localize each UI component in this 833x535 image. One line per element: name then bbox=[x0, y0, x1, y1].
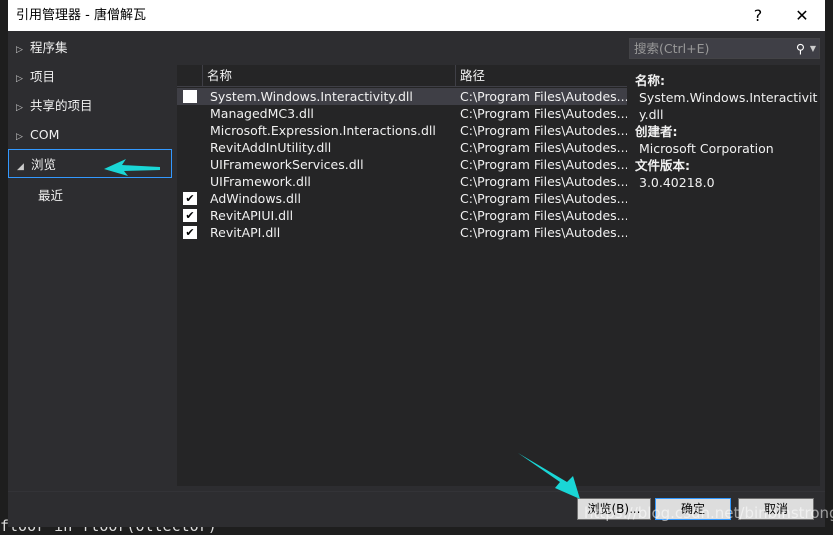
row-name: ManagedMC3.dll bbox=[210, 106, 314, 121]
row-name: RevitAddInUtility.dll bbox=[210, 140, 332, 155]
row-name: RevitAPIUI.dll bbox=[210, 208, 294, 223]
row-path: C:\Program Files\Autodes... bbox=[460, 123, 629, 138]
row-name: UIFramework.dll bbox=[210, 174, 311, 189]
close-button[interactable]: ✕ bbox=[782, 0, 822, 31]
table-row[interactable]: ✔ RevitAPI.dll C:\Program Files\Autodes... bbox=[177, 224, 629, 241]
tree-item-label: 共享的项目 bbox=[30, 98, 93, 113]
tree-item-label: 项目 bbox=[30, 69, 56, 84]
tree-item[interactable]: ▷ 程序集 bbox=[8, 33, 172, 62]
detail-creator-label: 创建者: bbox=[635, 124, 678, 139]
row-name: System.Windows.Interactivity.dll bbox=[210, 89, 413, 104]
expand-triangle-icon[interactable]: ▷ bbox=[16, 65, 30, 94]
table-row[interactable]: Microsoft.Expression.Interactions.dll C:\… bbox=[177, 122, 629, 139]
row-name: Microsoft.Expression.Interactions.dll bbox=[210, 123, 436, 138]
search-input[interactable]: 搜索(Ctrl+E) ⚲ ▼ bbox=[629, 38, 820, 59]
tree-item-label: 程序集 bbox=[30, 40, 68, 55]
row-path: C:\Program Files\Autodes... bbox=[460, 191, 629, 206]
tree-item-label: COM bbox=[30, 127, 60, 142]
table-row[interactable]: System.Windows.Interactivity.dll C:\Progr… bbox=[177, 88, 629, 105]
list-header: 名称 路径 bbox=[177, 65, 627, 87]
row-path: C:\Program Files\Autodes... bbox=[460, 157, 629, 172]
row-path: C:\Program Files\Autodes... bbox=[460, 208, 629, 223]
search-placeholder: 搜索(Ctrl+E) bbox=[634, 41, 710, 56]
annotation-arrow-down bbox=[518, 453, 580, 499]
row-checkbox[interactable]: ✔ bbox=[183, 192, 197, 205]
detail-name-label: 名称: bbox=[635, 73, 665, 88]
table-row[interactable]: UIFramework.dll C:\Program Files\Autodes.… bbox=[177, 173, 629, 190]
details-panel: 名称: System.Windows.Interactivity.dll 创建者… bbox=[627, 65, 820, 486]
reference-list: 名称 路径 System.Windows.Interactivity.dll C:… bbox=[177, 65, 629, 486]
collapse-triangle-icon[interactable]: ◢ bbox=[17, 153, 31, 182]
row-checkbox[interactable]: ✔ bbox=[183, 209, 197, 222]
tree-item[interactable]: ▷ COM bbox=[8, 120, 172, 149]
tree-item-label: 最近 bbox=[38, 188, 64, 203]
detail-version-value: 3.0.40218.0 bbox=[639, 175, 715, 190]
row-checkbox[interactable] bbox=[183, 90, 197, 103]
tree-item[interactable]: ▷ 共享的项目 bbox=[8, 91, 172, 120]
row-name: AdWindows.dll bbox=[210, 191, 301, 206]
chevron-down-icon[interactable]: ▼ bbox=[810, 39, 816, 58]
row-path: C:\Program Files\Autodes... bbox=[460, 225, 629, 240]
table-row[interactable]: ManagedMC3.dll C:\Program Files\Autodes..… bbox=[177, 105, 629, 122]
table-row[interactable]: ✔ RevitAPIUI.dll C:\Program Files\Autodes.… bbox=[177, 207, 629, 224]
help-button[interactable]: ? bbox=[738, 0, 778, 31]
row-name: UIFrameworkServices.dll bbox=[210, 157, 364, 172]
title-bar: 引用管理器 - 唐僧解瓦 bbox=[8, 0, 825, 31]
tree-item[interactable]: ▷ 项目 bbox=[8, 62, 172, 91]
watermark: https://blog.csdn.net/binbinstrong bbox=[584, 504, 833, 522]
column-header-path[interactable]: 路径 bbox=[455, 65, 627, 87]
reference-manager-dialog: 引用管理器 - 唐僧解瓦 ? ✕ ▷ 程序集 ▷ 项目 ▷ 共享的项目 ▷ COM ◢ 浏览 最近 … bbox=[8, 0, 825, 527]
detail-name-value: System.Windows.Interactivity.dll bbox=[639, 90, 818, 122]
table-row[interactable]: UIFrameworkServices.dll C:\Program Files\… bbox=[177, 156, 629, 173]
row-path: C:\Program Files\Autodes... bbox=[460, 140, 629, 155]
expand-triangle-icon[interactable]: ▷ bbox=[16, 36, 30, 65]
window-title: 引用管理器 - 唐僧解瓦 bbox=[16, 8, 146, 23]
detail-version-label: 文件版本: bbox=[635, 158, 690, 173]
expand-triangle-icon[interactable]: ▷ bbox=[16, 94, 30, 123]
search-icon[interactable]: ⚲ bbox=[796, 39, 805, 58]
detail-creator-value: Microsoft Corporation bbox=[639, 141, 774, 156]
row-checkbox[interactable]: ✔ bbox=[183, 226, 197, 239]
row-path: C:\Program Files\Autodes... bbox=[460, 106, 629, 121]
tree-item-label: 浏览 bbox=[31, 157, 57, 172]
expand-triangle-icon[interactable]: ▷ bbox=[16, 123, 30, 152]
table-row[interactable]: RevitAddInUtility.dll C:\Program Files\Au… bbox=[177, 139, 629, 156]
row-path: C:\Program Files\Autodes... bbox=[460, 174, 629, 189]
tree-item[interactable]: 最近 bbox=[8, 181, 172, 210]
annotation-arrow-left bbox=[104, 159, 160, 176]
row-name: RevitAPI.dll bbox=[210, 225, 281, 240]
column-header-name[interactable]: 名称 bbox=[202, 65, 455, 87]
table-row[interactable]: ✔ AdWindows.dll C:\Program Files\Autodes..… bbox=[177, 190, 629, 207]
row-path: C:\Program Files\Autodes... bbox=[460, 89, 629, 104]
